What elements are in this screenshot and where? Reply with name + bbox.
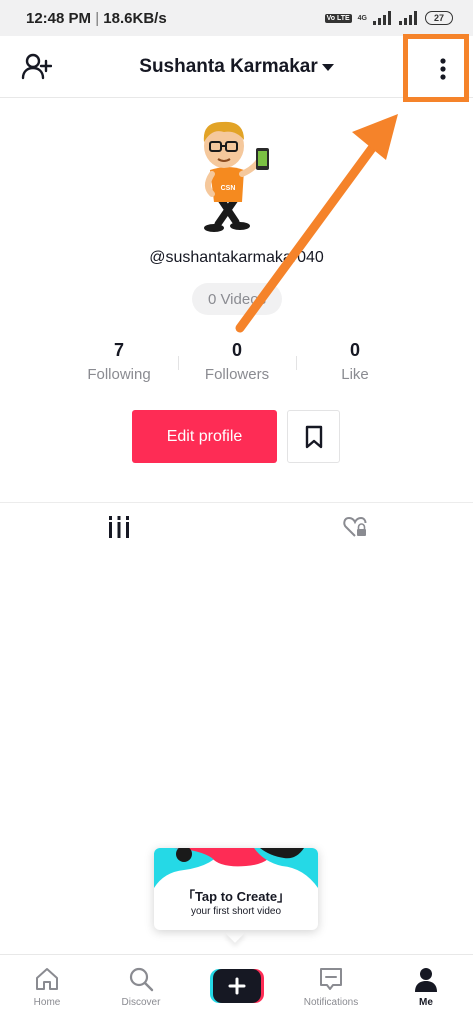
liked-lock-icon[interactable] — [342, 514, 368, 540]
nav-label: Home — [33, 997, 61, 1008]
stat-likes[interactable]: 0 Like — [296, 340, 414, 386]
stat-following[interactable]: 7 Following — [60, 340, 178, 386]
network-type: 4G — [357, 14, 367, 22]
person-icon — [415, 968, 437, 992]
edit-profile-button[interactable]: Edit profile — [132, 410, 277, 463]
nav-label: Me — [419, 997, 433, 1008]
battery-icon: 27 — [425, 11, 453, 25]
chevron-down-icon — [321, 64, 334, 72]
nav-me[interactable]: Me — [386, 965, 466, 1008]
avatar[interactable]: CSN — [176, 112, 292, 236]
highlight-box — [403, 34, 469, 102]
home-icon — [36, 968, 58, 990]
nav-discover[interactable]: Discover — [101, 965, 181, 1008]
create-video-button[interactable] — [210, 969, 264, 1003]
bookmark-icon — [305, 425, 322, 448]
search-icon — [129, 967, 154, 992]
nav-home[interactable]: Home — [7, 965, 87, 1008]
status-time: 12:48 PM | 18.6KB/s — [26, 9, 167, 27]
bottom-nav: Home Discover Notifications Me — [0, 954, 473, 1024]
stat-label: Like — [341, 366, 369, 383]
stat-value: 7 — [113, 340, 124, 360]
stat-value: 0 — [349, 340, 360, 360]
profile-stats: 7 Following 0 Followers 0 Like — [60, 340, 414, 386]
status-icons: Vo LTE 4G 27 — [324, 11, 453, 25]
status-bar: 12:48 PM | 18.6KB/s Vo LTE 4G 27 — [0, 0, 473, 36]
username: Sushanta Karmakar — [139, 56, 318, 77]
create-hint-subtitle: your first short video — [190, 906, 282, 917]
nav-label: Discover — [121, 997, 161, 1008]
nav-notifications[interactable]: Notifications — [291, 965, 371, 1008]
create-hint-title: 「Tap to Create」 — [181, 889, 291, 904]
profile-handle: @sushantakarmakar040 — [149, 249, 324, 266]
favorites-button[interactable] — [287, 410, 340, 463]
volte-badge: Vo LTE — [324, 13, 352, 23]
stat-label: Followers — [204, 366, 270, 383]
stat-value: 0 — [231, 340, 242, 360]
create-hint-tooltip[interactable]: 「Tap to Create」 your first short video — [154, 848, 318, 930]
message-icon — [320, 968, 342, 990]
status-clock: 12:48 PM — [26, 9, 92, 27]
svg-text:CSN: CSN — [221, 185, 236, 192]
create-hint-art — [154, 848, 318, 888]
grid-icon[interactable] — [106, 514, 132, 540]
nav-label: Notifications — [303, 997, 359, 1008]
signal-icon — [373, 11, 391, 25]
videos-count: 0 Videos — [192, 283, 282, 315]
signal-icon — [399, 11, 417, 25]
stat-followers[interactable]: 0 Followers — [178, 340, 296, 386]
divider — [0, 502, 473, 503]
status-speed: 18.6KB/s — [103, 9, 167, 27]
stat-label: Following — [87, 366, 151, 383]
